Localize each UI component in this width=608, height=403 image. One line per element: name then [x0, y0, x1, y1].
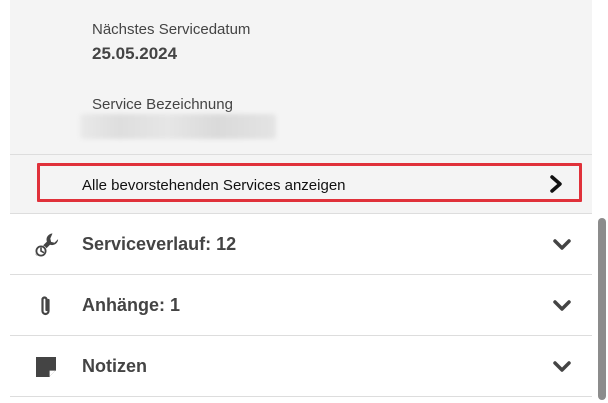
service-name-value-redacted [80, 114, 276, 139]
next-service-date-value: 25.05.2024 [92, 44, 178, 63]
accordion-service-history[interactable]: Serviceverlauf: 12 [10, 214, 592, 275]
chevron-right-icon [550, 175, 562, 193]
show-upcoming-services-label: Alle bevorstehenden Services anzeigen [82, 177, 346, 194]
accordion-notes[interactable]: Notizen [10, 336, 592, 397]
service-history-label: Serviceverlauf: 12 [82, 234, 237, 254]
notes-label: Notizen [82, 356, 147, 376]
scrollbar-thumb[interactable] [598, 218, 606, 400]
accordion-attachments[interactable]: Anhänge: 1 [10, 275, 592, 336]
chevron-down-icon [553, 239, 571, 250]
wrench-history-icon [35, 233, 59, 257]
service-name-label: Service Bezeichnung [92, 96, 233, 113]
attachments-label: Anhänge: 1 [82, 295, 181, 315]
paperclip-icon [41, 296, 50, 316]
next-service-date-label: Nächstes Servicedatum [92, 21, 251, 38]
chevron-down-icon [553, 300, 571, 311]
service-info-panel: Nächstes Servicedatum 25.05.2024 Service… [10, 0, 592, 154]
show-upcoming-services-link[interactable]: Alle bevorstehenden Services anzeigen [10, 155, 592, 213]
chevron-down-icon [553, 361, 571, 372]
note-icon [36, 357, 56, 377]
